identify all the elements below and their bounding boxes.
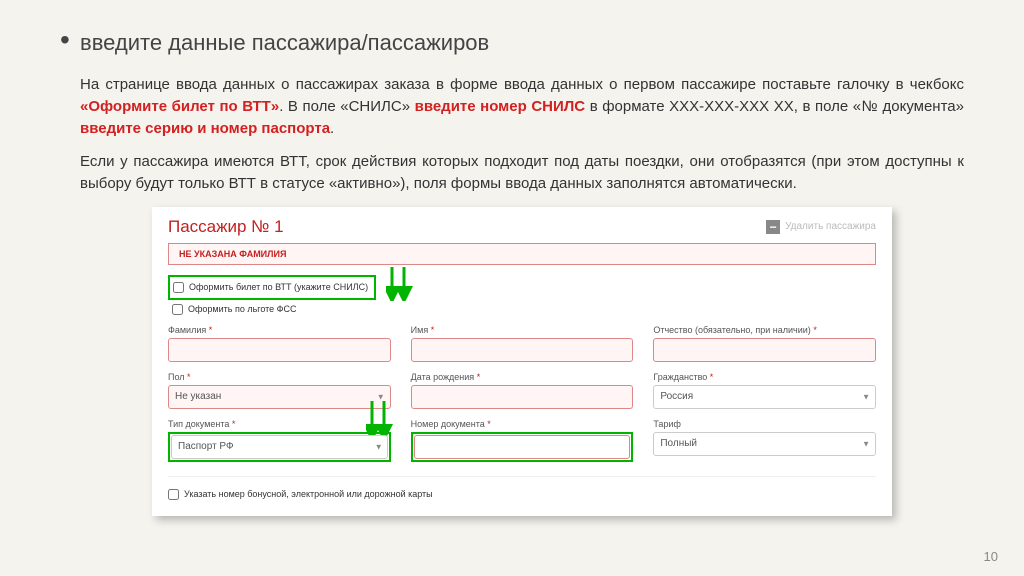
citizenship-label: Гражданство * bbox=[653, 372, 876, 382]
name-input[interactable] bbox=[411, 338, 634, 362]
name-label: Имя * bbox=[411, 325, 634, 335]
passenger-title: Пассажир № 1 bbox=[168, 217, 284, 237]
doctype-label: Тип документа * bbox=[168, 419, 391, 429]
page-number: 10 bbox=[984, 549, 998, 564]
text: в формате ХХХ-ХХХ-ХХХ ХХ, в поле «№ доку… bbox=[585, 98, 964, 115]
dob-label: Дата рождения * bbox=[411, 372, 634, 382]
doctype-highlight: ▼ bbox=[168, 432, 391, 462]
text: . bbox=[330, 120, 334, 137]
gender-label: Пол * bbox=[168, 372, 391, 382]
fss-checkbox-input[interactable] bbox=[172, 304, 183, 315]
section-title: введите данные пассажира/пассажиров bbox=[80, 30, 964, 56]
text: На странице ввода данных о пассажирах за… bbox=[80, 76, 964, 93]
surname-label: Фамилия * bbox=[168, 325, 391, 335]
patronymic-label: Отчество (обязательно, при наличии) * bbox=[653, 325, 876, 335]
patronymic-input[interactable] bbox=[653, 338, 876, 362]
docnum-highlight bbox=[411, 432, 634, 462]
remove-passenger-button[interactable]: − Удалить пассажира bbox=[766, 220, 876, 234]
bonus-card-checkbox-input[interactable] bbox=[168, 489, 179, 500]
minus-icon: − bbox=[766, 220, 780, 234]
gender-select[interactable] bbox=[168, 385, 391, 409]
docnum-input[interactable] bbox=[414, 435, 631, 459]
emphasis-vtt: «Оформите билет по ВТТ» bbox=[80, 98, 279, 115]
surname-input[interactable] bbox=[168, 338, 391, 362]
emphasis-passport: введите серию и номер паспорта bbox=[80, 120, 330, 137]
text: . В поле «СНИЛС» bbox=[279, 98, 414, 115]
fss-checkbox[interactable]: Оформить по льготе ФСС bbox=[172, 304, 876, 315]
bonus-card-label: Указать номер бонусной, электронной или … bbox=[184, 489, 433, 499]
tariff-select[interactable] bbox=[653, 432, 876, 456]
passenger-form-screenshot: Пассажир № 1 − Удалить пассажира НЕ УКАЗ… bbox=[152, 207, 892, 516]
vtt-checkbox[interactable]: Оформить билет по ВТТ (укажите СНИЛС) bbox=[173, 282, 368, 293]
vtt-checkbox-label: Оформить билет по ВТТ (укажите СНИЛС) bbox=[189, 282, 368, 292]
paragraph-1: На странице ввода данных о пассажирах за… bbox=[80, 74, 964, 139]
vtt-checkbox-highlight: Оформить билет по ВТТ (укажите СНИЛС) bbox=[168, 275, 376, 300]
dob-input[interactable] bbox=[411, 385, 634, 409]
doctype-select[interactable] bbox=[171, 435, 388, 459]
paragraph-2: Если у пассажира имеются ВТТ, срок дейст… bbox=[80, 151, 964, 195]
fss-checkbox-label: Оформить по льготе ФСС bbox=[188, 304, 297, 314]
error-banner: НЕ УКАЗАНА ФАМИЛИЯ bbox=[168, 243, 876, 265]
remove-label: Удалить пассажира bbox=[785, 221, 876, 232]
tariff-label: Тариф bbox=[653, 419, 876, 429]
docnum-label: Номер документа * bbox=[411, 419, 634, 429]
bonus-card-checkbox[interactable]: Указать номер бонусной, электронной или … bbox=[168, 489, 876, 500]
vtt-checkbox-input[interactable] bbox=[173, 282, 184, 293]
emphasis-snils: введите номер СНИЛС bbox=[415, 98, 586, 115]
highlight-arrow-icon bbox=[386, 265, 414, 301]
citizenship-select[interactable] bbox=[653, 385, 876, 409]
